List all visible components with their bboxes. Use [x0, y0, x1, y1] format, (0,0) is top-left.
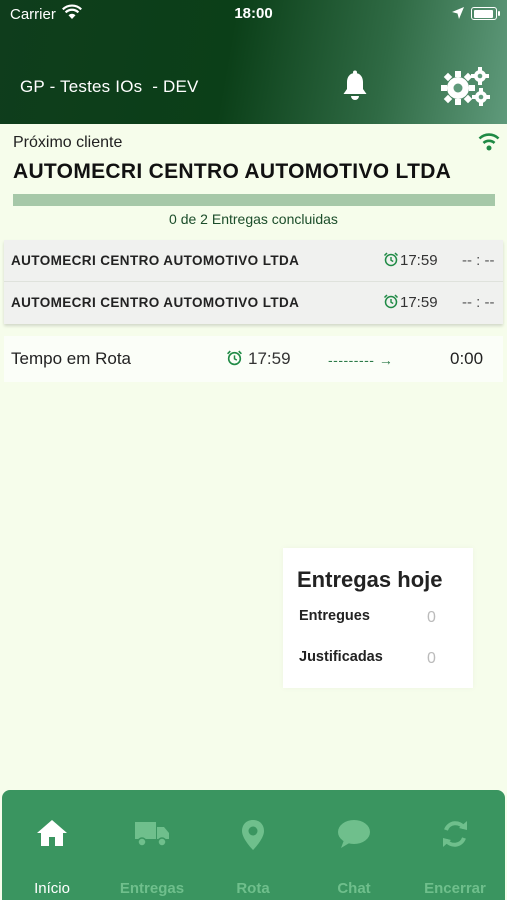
status-bar: Carrier 18:00 — [0, 0, 507, 28]
route-time-card: Tempo em Rota 17:59 --------- → 0:00 — [4, 336, 503, 382]
delivery-row[interactable]: AUTOMECRI CENTRO AUTOMOTIVO LTDA 17:59 -… — [4, 282, 503, 324]
tab-label: Chat — [337, 880, 371, 897]
alarm-clock-icon — [383, 293, 399, 314]
deliveries-today-title: Entregas hoje — [297, 567, 443, 592]
tab-entregas[interactable]: Entregas — [102, 790, 202, 900]
tab-rota[interactable]: Rota — [203, 790, 303, 900]
deliveries-progress-bar — [13, 194, 495, 206]
home-icon — [2, 818, 102, 853]
tab-chat[interactable]: Chat — [304, 790, 404, 900]
tab-label: Rota — [236, 880, 270, 897]
delivery-end-time: -- : -- — [462, 294, 495, 311]
delivery-row[interactable]: AUTOMECRI CENTRO AUTOMOTIVO LTDA 17:59 -… — [4, 240, 503, 282]
delivered-count: 0 — [427, 609, 436, 626]
truck-icon — [102, 818, 202, 853]
bell-icon[interactable] — [340, 70, 370, 107]
app-header: Carrier 18:00 GP - Testes IOs - DEV — [0, 0, 507, 124]
tab-inicio[interactable]: Início — [2, 790, 102, 900]
clock-time: 18:00 — [234, 5, 273, 22]
chat-icon — [304, 818, 404, 855]
delivery-time: 17:59 — [400, 252, 438, 269]
justified-count: 0 — [427, 650, 436, 667]
next-client-card[interactable]: Próximo cliente AUTOMECRI CENTRO AUTOMOT… — [0, 124, 507, 236]
delivery-client-name: AUTOMECRI CENTRO AUTOMOTIVO LTDA — [11, 295, 300, 310]
alarm-clock-icon — [383, 251, 399, 272]
deliveries-today-card: Entregas hoje Entregues 0 Justificadas 0 — [283, 548, 473, 688]
delivery-end-time: -- : -- — [462, 252, 495, 269]
location-arrow-icon — [451, 6, 465, 24]
map-pin-icon — [203, 818, 303, 857]
bottom-tab-bar: Início Entregas Rota Chat Encerrar — [2, 790, 505, 900]
justified-label: Justificadas — [299, 649, 383, 665]
connection-wifi-icon — [477, 131, 501, 156]
tab-label: Entregas — [119, 880, 185, 897]
delivery-list: AUTOMECRI CENTRO AUTOMOTIVO LTDA 17:59 -… — [4, 240, 503, 324]
delivered-label: Entregues — [299, 608, 370, 624]
next-client-name: AUTOMECRI CENTRO AUTOMOTIVO LTDA — [13, 160, 452, 183]
route-start-time: 17:59 — [248, 349, 291, 368]
progress-text: 0 de 2 Entregas concluidas — [169, 211, 338, 227]
gears-icon[interactable] — [440, 66, 490, 113]
route-progress-arrow: --------- → — [328, 352, 394, 368]
delivery-time: 17:59 — [400, 294, 438, 311]
route-time-label: Tempo em Rota — [11, 349, 131, 368]
sync-icon — [405, 818, 505, 855]
tab-encerrar[interactable]: Encerrar — [405, 790, 505, 900]
app-title: GP - Testes IOs - DEV — [20, 77, 199, 96]
route-elapsed-time: 0:00 — [450, 349, 484, 368]
battery-icon — [471, 7, 500, 20]
alarm-clock-icon — [226, 349, 243, 371]
tab-label: Início — [34, 880, 70, 897]
next-client-label: Próximo cliente — [13, 134, 123, 151]
delivery-client-name: AUTOMECRI CENTRO AUTOMOTIVO LTDA — [11, 253, 300, 268]
tab-label: Encerrar — [424, 880, 486, 897]
